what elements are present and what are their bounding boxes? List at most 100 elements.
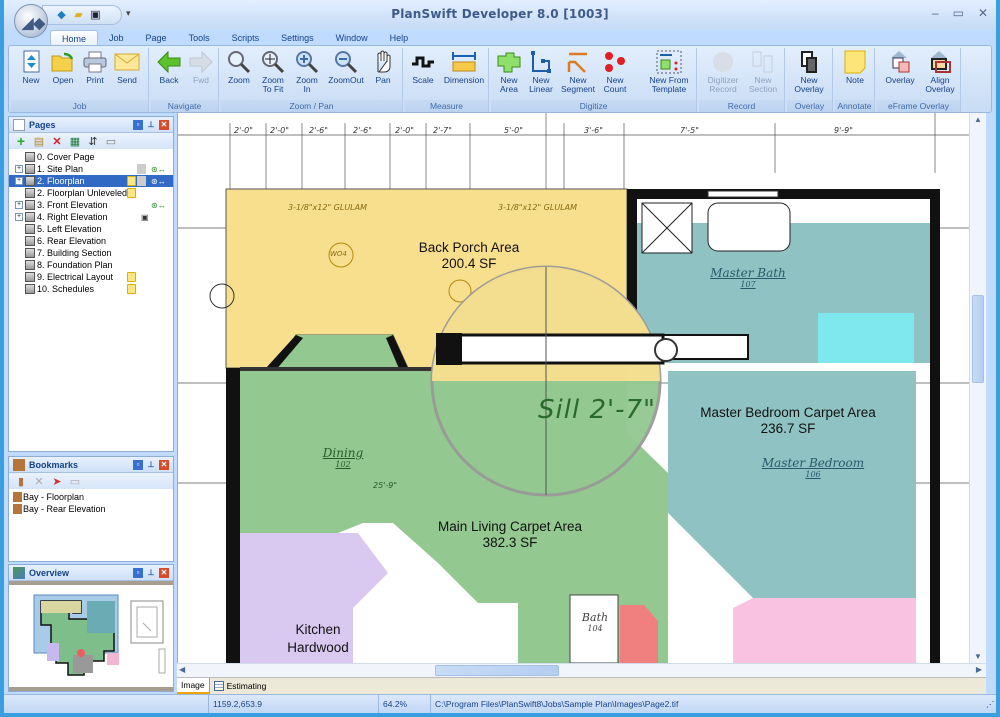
tab-window[interactable]: Window	[325, 30, 379, 46]
minimize-button[interactable]: –	[932, 6, 939, 20]
eframe-overlay-button[interactable]: Overlay	[881, 50, 919, 85]
new-count-button[interactable]: New Count	[599, 50, 631, 94]
panel-dock-icon[interactable]: ▫	[133, 119, 143, 130]
horizontal-scrollbar[interactable]: ◀ ▶	[177, 663, 986, 677]
page-item[interactable]: 5. Left Elevation	[9, 223, 173, 235]
sort-icon[interactable]: ⇵	[87, 135, 99, 148]
page-item[interactable]: 7. Building Section	[9, 247, 173, 259]
expand-icon[interactable]: +	[15, 177, 23, 185]
scroll-left-icon[interactable]: ◀	[179, 665, 185, 674]
new-overlay-button[interactable]: New Overlay	[793, 50, 825, 94]
panel-pin-icon[interactable]: ⊥	[146, 460, 156, 470]
ribbon: New Open Print Send Job Back Fwd Navigat…	[8, 45, 992, 113]
panel-dock-icon[interactable]: ▫	[133, 459, 143, 470]
new-section-button[interactable]: New Section	[745, 50, 781, 94]
expand-icon[interactable]: +	[15, 201, 23, 209]
page-item[interactable]: +4. Right Elevation ▣	[9, 211, 173, 223]
forward-button[interactable]: Fwd	[185, 50, 217, 85]
panel-pin-icon[interactable]: ⊥	[146, 568, 156, 578]
dimension-button[interactable]: Dimension	[443, 50, 485, 85]
area-label-master-bedroom[interactable]: Master Bedroom Carpet Area 236.7 SF	[673, 405, 903, 437]
pages-icon	[13, 118, 25, 131]
properties-icon[interactable]: ▭	[105, 135, 117, 148]
bookmark-properties-icon[interactable]: ▭	[69, 475, 81, 488]
add-bookmark-icon[interactable]: ▮	[15, 475, 27, 488]
expand-icon[interactable]: +	[15, 213, 23, 221]
scale-icon	[410, 50, 436, 74]
back-button[interactable]: Back	[153, 50, 185, 85]
template-icon	[656, 50, 682, 74]
zoom-to-fit-button[interactable]: Zoom To Fit	[257, 50, 289, 94]
digitizer-record-button[interactable]: Digitizer Record	[703, 50, 743, 94]
area-label-main-living[interactable]: Main Living Carpet Area 382.3 SF	[410, 519, 610, 551]
page-label: 5. Left Elevation	[37, 224, 102, 234]
scale-button[interactable]: Scale	[407, 50, 439, 85]
page-item[interactable]: +1. Site Plan ⊛↔	[9, 163, 173, 175]
vertical-scrollbar[interactable]: ▲ ▼	[969, 113, 986, 663]
panel-dock-icon[interactable]: ▫	[133, 567, 143, 578]
page-item[interactable]: 2. Floorplan Unleveled	[9, 187, 173, 199]
panel-close-icon[interactable]: ✕	[159, 459, 169, 470]
tab-tools[interactable]: Tools	[178, 30, 221, 46]
new-from-template-button[interactable]: New From Template	[647, 50, 691, 94]
tab-home[interactable]: Home	[50, 30, 99, 46]
horizontal-scroll-thumb[interactable]	[435, 665, 559, 676]
page-item[interactable]: 9. Electrical Layout	[9, 271, 173, 283]
tab-settings[interactable]: Settings	[270, 30, 325, 46]
expand-icon[interactable]: +	[15, 165, 23, 173]
group-job: New Open Print Send Job	[11, 48, 149, 112]
align-overlay-button[interactable]: Align Overlay	[921, 50, 959, 94]
area-label-kitchen[interactable]: Kitchen Hardwood	[273, 621, 363, 657]
page-item[interactable]: 10. Schedules	[9, 283, 173, 295]
note-button[interactable]: Note	[839, 50, 871, 85]
send-button[interactable]: Send	[111, 50, 143, 85]
new-linear-button[interactable]: New Linear	[525, 50, 557, 94]
app-menu-button[interactable]: ◢◆	[14, 4, 48, 38]
print-button[interactable]: Print	[79, 50, 111, 85]
bookmark-item[interactable]: Bay - Rear Elevation	[9, 503, 173, 515]
excel-icon[interactable]: ▦	[69, 135, 81, 148]
panel-close-icon[interactable]: ✕	[159, 119, 169, 130]
page-item[interactable]: +2. Floorplan ⊛↔	[9, 175, 173, 187]
goto-bookmark-icon[interactable]: ➤	[51, 475, 63, 488]
pan-button[interactable]: Pan	[367, 50, 399, 85]
bookmark-icon	[13, 492, 22, 502]
page-icon	[25, 200, 35, 210]
page-item[interactable]: 8. Foundation Plan	[9, 259, 173, 271]
tab-image[interactable]: Image	[177, 678, 210, 694]
page-item[interactable]: 0. Cover Page	[9, 151, 173, 163]
bookmark-item[interactable]: Bay - Floorplan	[9, 491, 173, 503]
close-button[interactable]: ✕	[978, 6, 988, 20]
panel-pin-icon[interactable]: ⊥	[146, 120, 156, 130]
new-area-button[interactable]: New Area	[493, 50, 525, 94]
zoom-out-button[interactable]: ZoomOut	[327, 50, 365, 85]
new-button[interactable]: New	[15, 50, 47, 85]
open-folder-icon	[50, 50, 76, 74]
area-label-back-porch[interactable]: Back Porch Area 200.4 SF	[404, 240, 534, 272]
delete-bookmark-icon[interactable]: ✕	[33, 475, 45, 488]
plan-canvas[interactable]: 2'-0" 2'-0" 2'-6" 2'-6" 2'-0" 2'-7" 5'-0…	[177, 113, 969, 663]
open-button[interactable]: Open	[47, 50, 79, 85]
tab-help[interactable]: Help	[379, 30, 420, 46]
import-icon[interactable]: ▤	[33, 135, 45, 148]
overview-thumbnail[interactable]	[9, 581, 173, 691]
add-page-icon[interactable]: +	[15, 133, 27, 149]
resize-grip-icon[interactable]: ⋰	[982, 695, 996, 713]
delete-icon[interactable]: ✕	[51, 135, 63, 148]
scroll-down-icon[interactable]: ▼	[974, 652, 982, 661]
vertical-scroll-thumb[interactable]	[972, 295, 984, 383]
tab-estimating[interactable]: Estimating	[210, 678, 271, 694]
scroll-up-icon[interactable]: ▲	[974, 115, 982, 124]
page-item[interactable]: +3. Front Elevation ⊛↔	[9, 199, 173, 211]
tab-page[interactable]: Page	[135, 30, 178, 46]
maximize-button[interactable]: ▭	[953, 6, 964, 20]
zoom-in-button[interactable]: Zoom In	[291, 50, 323, 94]
tab-job[interactable]: Job	[98, 30, 135, 46]
page-icon	[25, 284, 35, 294]
page-item[interactable]: 6. Rear Elevation	[9, 235, 173, 247]
scroll-right-icon[interactable]: ▶	[976, 665, 982, 674]
new-segment-button[interactable]: New Segment	[559, 50, 597, 94]
tab-scripts[interactable]: Scripts	[221, 30, 271, 46]
panel-close-icon[interactable]: ✕	[159, 567, 169, 578]
zoom-button[interactable]: Zoom	[223, 50, 255, 85]
